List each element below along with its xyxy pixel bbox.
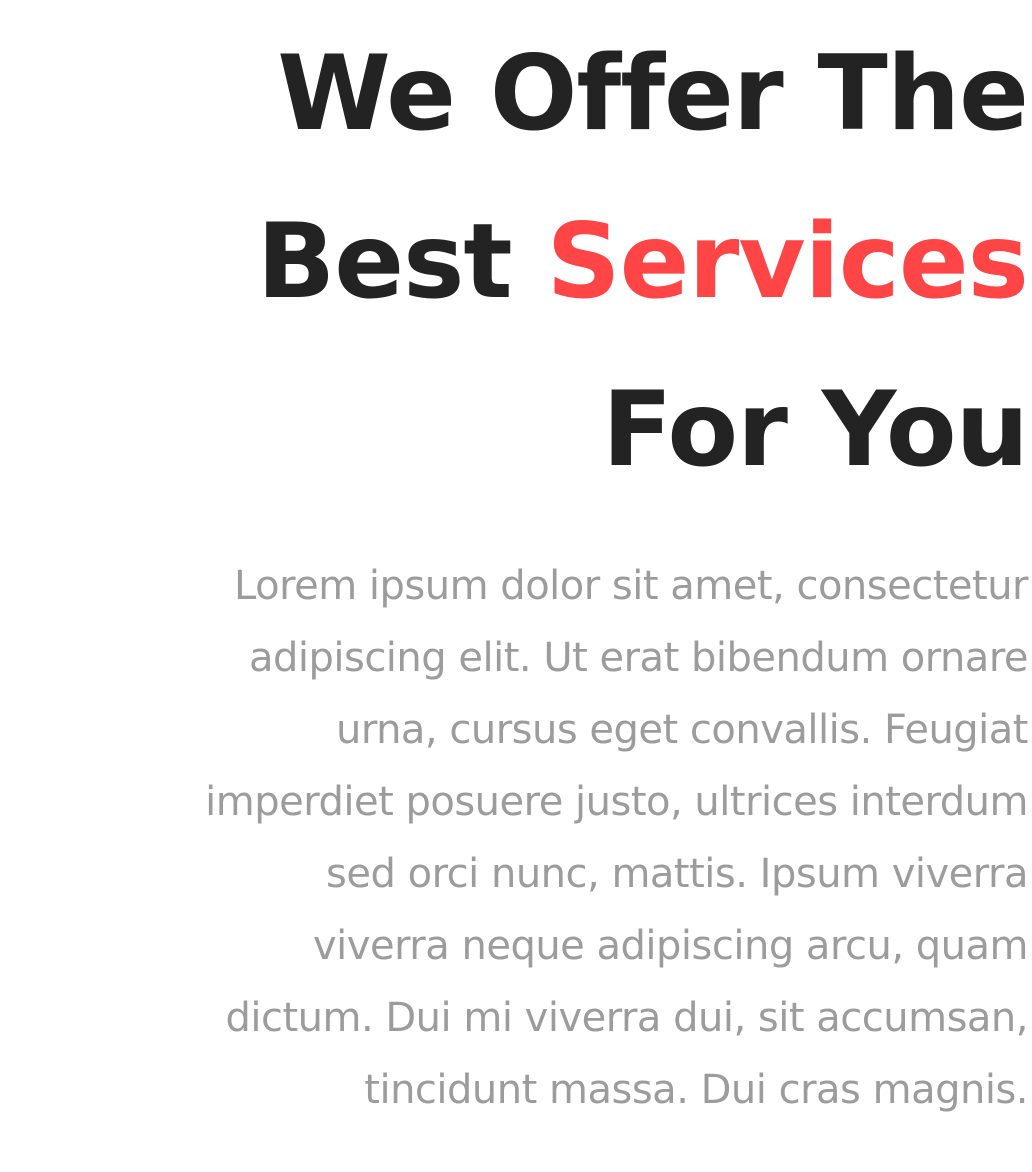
section-heading: We Offer The Best Services For You (0, 0, 1029, 514)
description-line: sed orci nunc, mattis. Ipsum viverra (326, 851, 1028, 897)
description-line: urna, cursus eget convallis. Feugiat (335, 707, 1029, 753)
description-line: tincidunt massa. Dui cras magnis. (364, 1067, 1028, 1113)
description-line: Lorem ipsum dolor sit amet, consectetur (234, 563, 1028, 609)
heading-line-2: Best Services (0, 178, 1029, 346)
heading-accent-word: Services (546, 202, 1029, 322)
services-intro-section: We Offer The Best Services For You Lorem… (0, 0, 1032, 1172)
heading-line-3: For You (602, 370, 1029, 490)
description-line: adipiscing elit. Ut erat bibendum ornare (248, 635, 1029, 681)
heading-line-1: We Offer The (277, 34, 1029, 154)
section-description: Lorem ipsum dolor sit amet, consectetur … (0, 550, 1028, 1126)
heading-line-2-prefix: Best (256, 202, 547, 322)
description-line: imperdiet posuere justo, ultrices interd… (205, 779, 1028, 825)
description-line: dictum. Dui mi viverra dui, sit accumsan… (225, 995, 1028, 1041)
description-line: viverra neque adipiscing arcu, quam (313, 923, 1029, 969)
